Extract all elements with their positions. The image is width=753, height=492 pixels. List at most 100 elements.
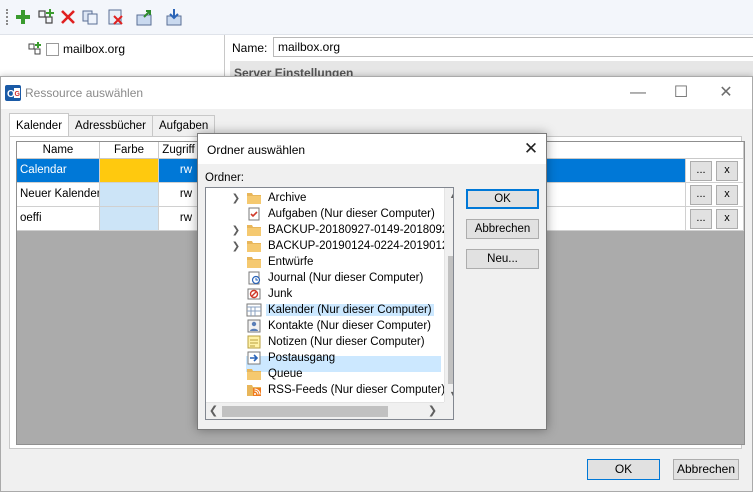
svg-text:G: G [15, 91, 21, 98]
folder-item-aufgaben[interactable]: Aufgaben (Nur dieser Computer) [206, 206, 437, 222]
row-name-cell[interactable]: oeffi [17, 207, 100, 231]
folder-item-backup-2[interactable]: ❯ BACKUP-20190124-0224-20190125 [206, 238, 454, 254]
row-access-cell[interactable]: rw [159, 183, 199, 207]
folder-item-label: BACKUP-20190124-0224-20190125 [268, 240, 454, 252]
tree-vertical-scroll-thumb[interactable] [448, 256, 453, 384]
folder-item-label: Junk [268, 288, 293, 300]
folder-item-label: Kalender (Nur dieser Computer) [266, 304, 434, 316]
folder-item-label: RSS-Feeds (Nur dieser Computer) [268, 384, 446, 396]
folder-item-notizen[interactable]: Notizen (Nur dieser Computer) [206, 334, 427, 350]
scroll-right-icon[interactable]: ❯ [425, 403, 440, 419]
account-tree: mailbox.org [0, 35, 225, 80]
folder-dialog-title: Ordner auswählen [207, 143, 306, 157]
folder-item-kalender[interactable]: Kalender (Nur dieser Computer) [206, 302, 434, 318]
delete-document-icon[interactable] [107, 8, 125, 26]
tree-node-mailbox[interactable]: mailbox.org [28, 40, 125, 58]
toolbar-grip[interactable] [6, 9, 8, 25]
row-color-cell[interactable] [100, 207, 159, 231]
expand-icon[interactable]: ❯ [230, 193, 242, 204]
expand-icon[interactable]: ❯ [230, 225, 242, 236]
tab-kalender[interactable]: Kalender [9, 113, 70, 136]
add-icon[interactable] [14, 8, 32, 26]
folder-item-journal[interactable]: Journal (Nur dieser Computer) [206, 270, 425, 286]
folder-item-archive[interactable]: ❯ Archive [206, 190, 308, 206]
notes-icon [247, 335, 261, 349]
resource-window-titlebar[interactable]: O G Ressource auswählen — ☐ ✕ [1, 77, 752, 109]
folder-icon [247, 193, 261, 204]
row-name-cell[interactable]: Neuer Kalender [17, 183, 100, 207]
rss-icon [247, 385, 261, 396]
outlook-sync-app-icon: O G [5, 85, 21, 101]
export-icon[interactable] [136, 8, 154, 26]
row-remove-button[interactable]: x [716, 209, 738, 229]
scroll-up-icon[interactable]: ▲ [445, 188, 453, 203]
scroll-corner [444, 402, 453, 419]
row-access-cell[interactable]: rw [159, 159, 199, 183]
tree-horizontal-scroll-thumb[interactable] [222, 406, 388, 417]
scroll-left-icon[interactable]: ❮ [206, 403, 221, 419]
row-name-cell[interactable]: Calendar [17, 159, 100, 183]
folder-tree[interactable]: ❯ Archive Aufgaben (Nur dieser Computer)… [205, 187, 454, 420]
folder-item-label: Entwürfe [268, 256, 314, 268]
folder-item-postausgang[interactable]: Postausgang [206, 350, 337, 366]
folder-ok-button[interactable]: OK [466, 189, 539, 209]
folder-item-junk[interactable]: Junk [206, 286, 294, 302]
scroll-down-icon[interactable]: ▼ [445, 387, 453, 402]
folder-item-label: Aufgaben (Nur dieser Computer) [268, 208, 435, 220]
tree-node-label: mailbox.org [63, 42, 126, 56]
column-header-zugriff[interactable]: Zugriff [159, 142, 199, 159]
tasks-icon [248, 207, 260, 221]
row-more-button[interactable]: ... [690, 185, 712, 205]
expand-icon[interactable]: ❯ [230, 241, 242, 252]
copy-icon[interactable] [81, 8, 99, 26]
row-remove-button[interactable]: x [716, 161, 738, 181]
cancel-button[interactable]: Abbrechen [673, 459, 739, 480]
folder-icon [247, 241, 261, 252]
folder-dialog: Ordner auswählen ✕ Ordner: ❯ Archive Auf… [197, 133, 547, 430]
name-input[interactable]: mailbox.org [273, 37, 753, 57]
folder-cancel-button[interactable]: Abbrechen [466, 219, 539, 239]
row-access-cell[interactable]: rw [159, 207, 199, 231]
name-label: Name: [232, 41, 268, 55]
tab-adressbuecher[interactable]: Adressbücher [68, 115, 154, 136]
settings-panel: Name: mailbox.org Server Einstellungen [225, 35, 753, 80]
ok-button[interactable]: OK [587, 459, 660, 480]
folder-item-label: BACKUP-20180927-0149-20180927 [268, 224, 454, 236]
tree-node-checkbox[interactable] [46, 42, 59, 56]
folder-item-label: Postausgang [268, 352, 336, 364]
column-header-farbe[interactable]: Farbe [100, 142, 159, 159]
account-node-icon [28, 42, 41, 55]
folder-item-label: Archive [268, 192, 307, 204]
folder-item-entwuerfe[interactable]: Entwürfe [206, 254, 315, 270]
add-subfolder-icon[interactable] [37, 8, 55, 26]
import-icon[interactable] [165, 8, 183, 26]
column-header-name[interactable]: Name [17, 142, 100, 159]
delete-icon[interactable] [59, 8, 77, 26]
folder-dialog-close-button[interactable]: ✕ [520, 139, 542, 159]
folder-item-label: Queue [268, 368, 303, 380]
contacts-icon [247, 319, 261, 333]
folder-dialog-titlebar[interactable]: Ordner auswählen ✕ [198, 134, 546, 164]
row-color-cell[interactable] [100, 159, 159, 183]
junk-icon [247, 288, 261, 300]
folder-item-kontakte[interactable]: Kontakte (Nur dieser Computer) [206, 318, 433, 334]
row-color-cell[interactable] [100, 183, 159, 207]
folder-item-rss[interactable]: RSS-Feeds (Nur dieser Computer) [206, 382, 447, 398]
folder-item-queue[interactable]: Queue [206, 366, 305, 382]
new-folder-button[interactable]: Neu... [466, 249, 539, 269]
close-button[interactable]: ✕ [715, 83, 737, 103]
row-more-button[interactable]: ... [690, 209, 712, 229]
tree-horizontal-scrollbar[interactable]: ❮ ❯ [206, 402, 444, 419]
main-toolbar [0, 0, 753, 35]
row-remove-button[interactable]: x [716, 185, 738, 205]
tree-vertical-scrollbar[interactable]: ▲ ▼ [444, 188, 453, 402]
folder-item-backup-1[interactable]: ❯ BACKUP-20180927-0149-20180927 [206, 222, 454, 238]
maximize-button[interactable]: ☐ [670, 83, 692, 103]
folder-icon [247, 369, 261, 380]
folder-item-label: Journal (Nur dieser Computer) [268, 272, 424, 284]
journal-icon [248, 271, 261, 285]
folder-icon [247, 225, 261, 236]
row-more-button[interactable]: ... [690, 161, 712, 181]
folder-item-label: Kontakte (Nur dieser Computer) [268, 320, 431, 332]
minimize-button[interactable]: — [627, 83, 649, 103]
